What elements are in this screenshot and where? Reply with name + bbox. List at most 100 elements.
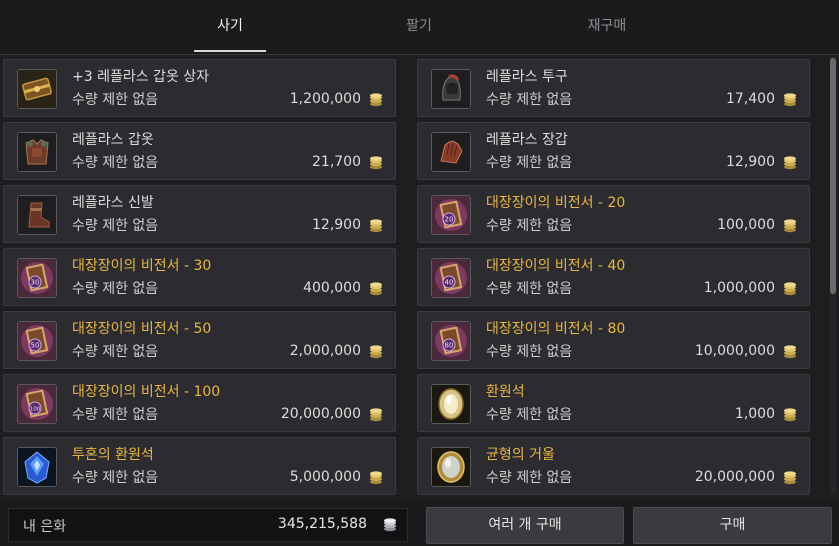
item-icon-frame — [431, 447, 471, 487]
shop-item[interactable]: 투혼의 환원석 수량 제한 없음 5,000,000 — [3, 437, 396, 495]
blue-crystal-icon — [18, 448, 56, 486]
tab-bar: 사기 팔기 재구매 — [0, 0, 839, 55]
item-limit: 수량 제한 없음 — [486, 344, 573, 360]
item-limit: 수량 제한 없음 — [72, 470, 159, 486]
item-price: 2,000,000 — [289, 343, 361, 359]
shop-item[interactable]: 균형의 거울수량 제한 없음 20,000,000 — [417, 437, 810, 495]
item-name: +3 레플라스 갑옷 상자 — [72, 69, 210, 85]
item-price: 20,000,000 — [694, 469, 775, 485]
item-name: 대장장이의 비전서 - 20 — [486, 195, 626, 211]
restoration-stone-icon — [432, 385, 470, 423]
gold-coin-icon — [784, 93, 796, 107]
svg-text:20: 20 — [445, 216, 454, 224]
item-price: 1,000 — [734, 406, 775, 422]
item-limit: 수량 제한 없음 — [486, 281, 573, 297]
mirror-icon — [432, 448, 470, 486]
item-price: 1,000,000 — [703, 280, 775, 296]
item-price: 20,000,000 — [280, 406, 361, 422]
shop-item[interactable]: 80 대장장이의 비전서 - 80 수량 제한 없음 10,000,000 — [417, 311, 810, 369]
item-price: 17,400 — [726, 91, 775, 107]
item-name: 환원석 — [486, 384, 525, 400]
item-limit: 수량 제한 없음 — [72, 92, 159, 108]
shop-item[interactable]: 환원석수량 제한 없음 1,000 — [417, 374, 810, 432]
shop-item[interactable]: 100 대장장이의 비전서 - 100 수량 제한 없음 20,000,000 — [3, 374, 396, 432]
item-icon-frame: 20 — [431, 195, 471, 235]
shop-item[interactable]: 30 대장장이의 비전서 - 30 수량 제한 없음 400,000 — [3, 248, 396, 306]
buy-button[interactable]: 구매 — [633, 507, 832, 544]
scrollbar-thumb[interactable] — [830, 58, 836, 294]
item-icon-frame — [17, 195, 57, 235]
armor-box-icon — [18, 70, 56, 108]
gloves-icon — [432, 133, 470, 171]
gold-coin-icon — [784, 471, 796, 485]
shop-item[interactable]: 레플라스 갑옷 수량 제한 없음 21,700 — [3, 122, 396, 180]
item-name: 균형의 거울 — [486, 447, 555, 463]
item-limit: 수량 제한 없음 — [72, 344, 159, 360]
svg-text:50: 50 — [31, 342, 40, 350]
item-icon-frame: 50 — [17, 321, 57, 361]
wallet-value: 345,215,588 — [277, 516, 367, 532]
book-50-icon: 50 — [18, 322, 56, 360]
item-limit: 수량 제한 없음 — [486, 92, 573, 108]
book-30-icon: 30 — [18, 259, 56, 297]
item-icon-frame — [431, 132, 471, 172]
gold-coin-icon — [784, 219, 796, 233]
item-limit: 수량 제한 없음 — [72, 218, 159, 234]
item-price: 21,700 — [312, 154, 361, 170]
gold-coin-icon — [370, 408, 382, 422]
gold-coin-icon — [370, 156, 382, 170]
gold-coin-icon — [784, 156, 796, 170]
book-80-icon: 80 — [432, 322, 470, 360]
tab-rebuy[interactable]: 재구매 — [566, 0, 648, 52]
gold-coin-icon — [370, 219, 382, 233]
svg-text:30: 30 — [31, 279, 40, 287]
gold-coin-icon — [784, 408, 796, 422]
gold-coin-icon — [784, 345, 796, 359]
armor-icon — [18, 133, 56, 171]
shop-item[interactable]: 50 대장장이의 비전서 - 50 수량 제한 없음 2,000,000 — [3, 311, 396, 369]
gold-coin-icon — [370, 93, 382, 107]
item-icon-frame — [431, 384, 471, 424]
item-price: 100,000 — [717, 217, 775, 233]
item-name: 대장장이의 비전서 - 50 — [72, 321, 212, 337]
item-name: 대장장이의 비전서 - 80 — [486, 321, 626, 337]
book-40-icon: 40 — [432, 259, 470, 297]
shop-item[interactable]: 레플라스 투구 수량 제한 없음 17,400 — [417, 59, 810, 117]
item-price: 10,000,000 — [694, 343, 775, 359]
item-icon-frame — [431, 69, 471, 109]
bulk-buy-button[interactable]: 여러 개 구매 — [426, 507, 624, 544]
svg-text:40: 40 — [445, 279, 454, 287]
shop-item[interactable]: 20 대장장이의 비전서 - 20 수량 제한 없음 100,000 — [417, 185, 810, 243]
item-limit: 수량 제한 없음 — [486, 470, 573, 486]
tab-buy[interactable]: 사기 — [194, 0, 266, 52]
item-name: 레플라스 장갑 — [486, 132, 568, 148]
svg-text:80: 80 — [445, 342, 454, 350]
item-limit: 수량 제한 없음 — [72, 155, 159, 171]
item-price: 1,200,000 — [289, 91, 361, 107]
shop-item[interactable]: +3 레플라스 갑옷 상자수량 제한 없음 1,200,000 — [3, 59, 396, 117]
gold-coin-icon — [370, 471, 382, 485]
item-limit: 수량 제한 없음 — [486, 155, 573, 171]
gold-coin-icon — [370, 282, 382, 296]
item-price: 12,900 — [312, 217, 361, 233]
item-name: 대장장이의 비전서 - 40 — [486, 258, 626, 274]
item-limit: 수량 제한 없음 — [72, 281, 159, 297]
item-limit: 수량 제한 없음 — [486, 218, 573, 234]
svg-text:100: 100 — [30, 407, 41, 413]
gold-coin-icon — [370, 345, 382, 359]
item-limit: 수량 제한 없음 — [486, 407, 573, 423]
item-icon-frame: 80 — [431, 321, 471, 361]
item-icon-frame — [17, 132, 57, 172]
shop-item[interactable]: 40 대장장이의 비전서 - 40 수량 제한 없음 1,000,000 — [417, 248, 810, 306]
shop-item[interactable]: 레플라스 신발수량 제한 없음 12,900 — [3, 185, 396, 243]
helmet-icon — [432, 70, 470, 108]
shop-item[interactable]: 레플라스 장갑 수량 제한 없음 12,900 — [417, 122, 810, 180]
item-icon-frame — [17, 69, 57, 109]
tab-sell[interactable]: 팔기 — [383, 0, 455, 52]
item-icon-frame: 30 — [17, 258, 57, 298]
wallet-label: 내 은화 — [23, 519, 67, 535]
item-limit: 수량 제한 없음 — [72, 407, 159, 423]
item-name: 대장장이의 비전서 - 30 — [72, 258, 212, 274]
item-name: 레플라스 신발 — [72, 195, 154, 211]
book-100-icon: 100 — [18, 385, 56, 423]
